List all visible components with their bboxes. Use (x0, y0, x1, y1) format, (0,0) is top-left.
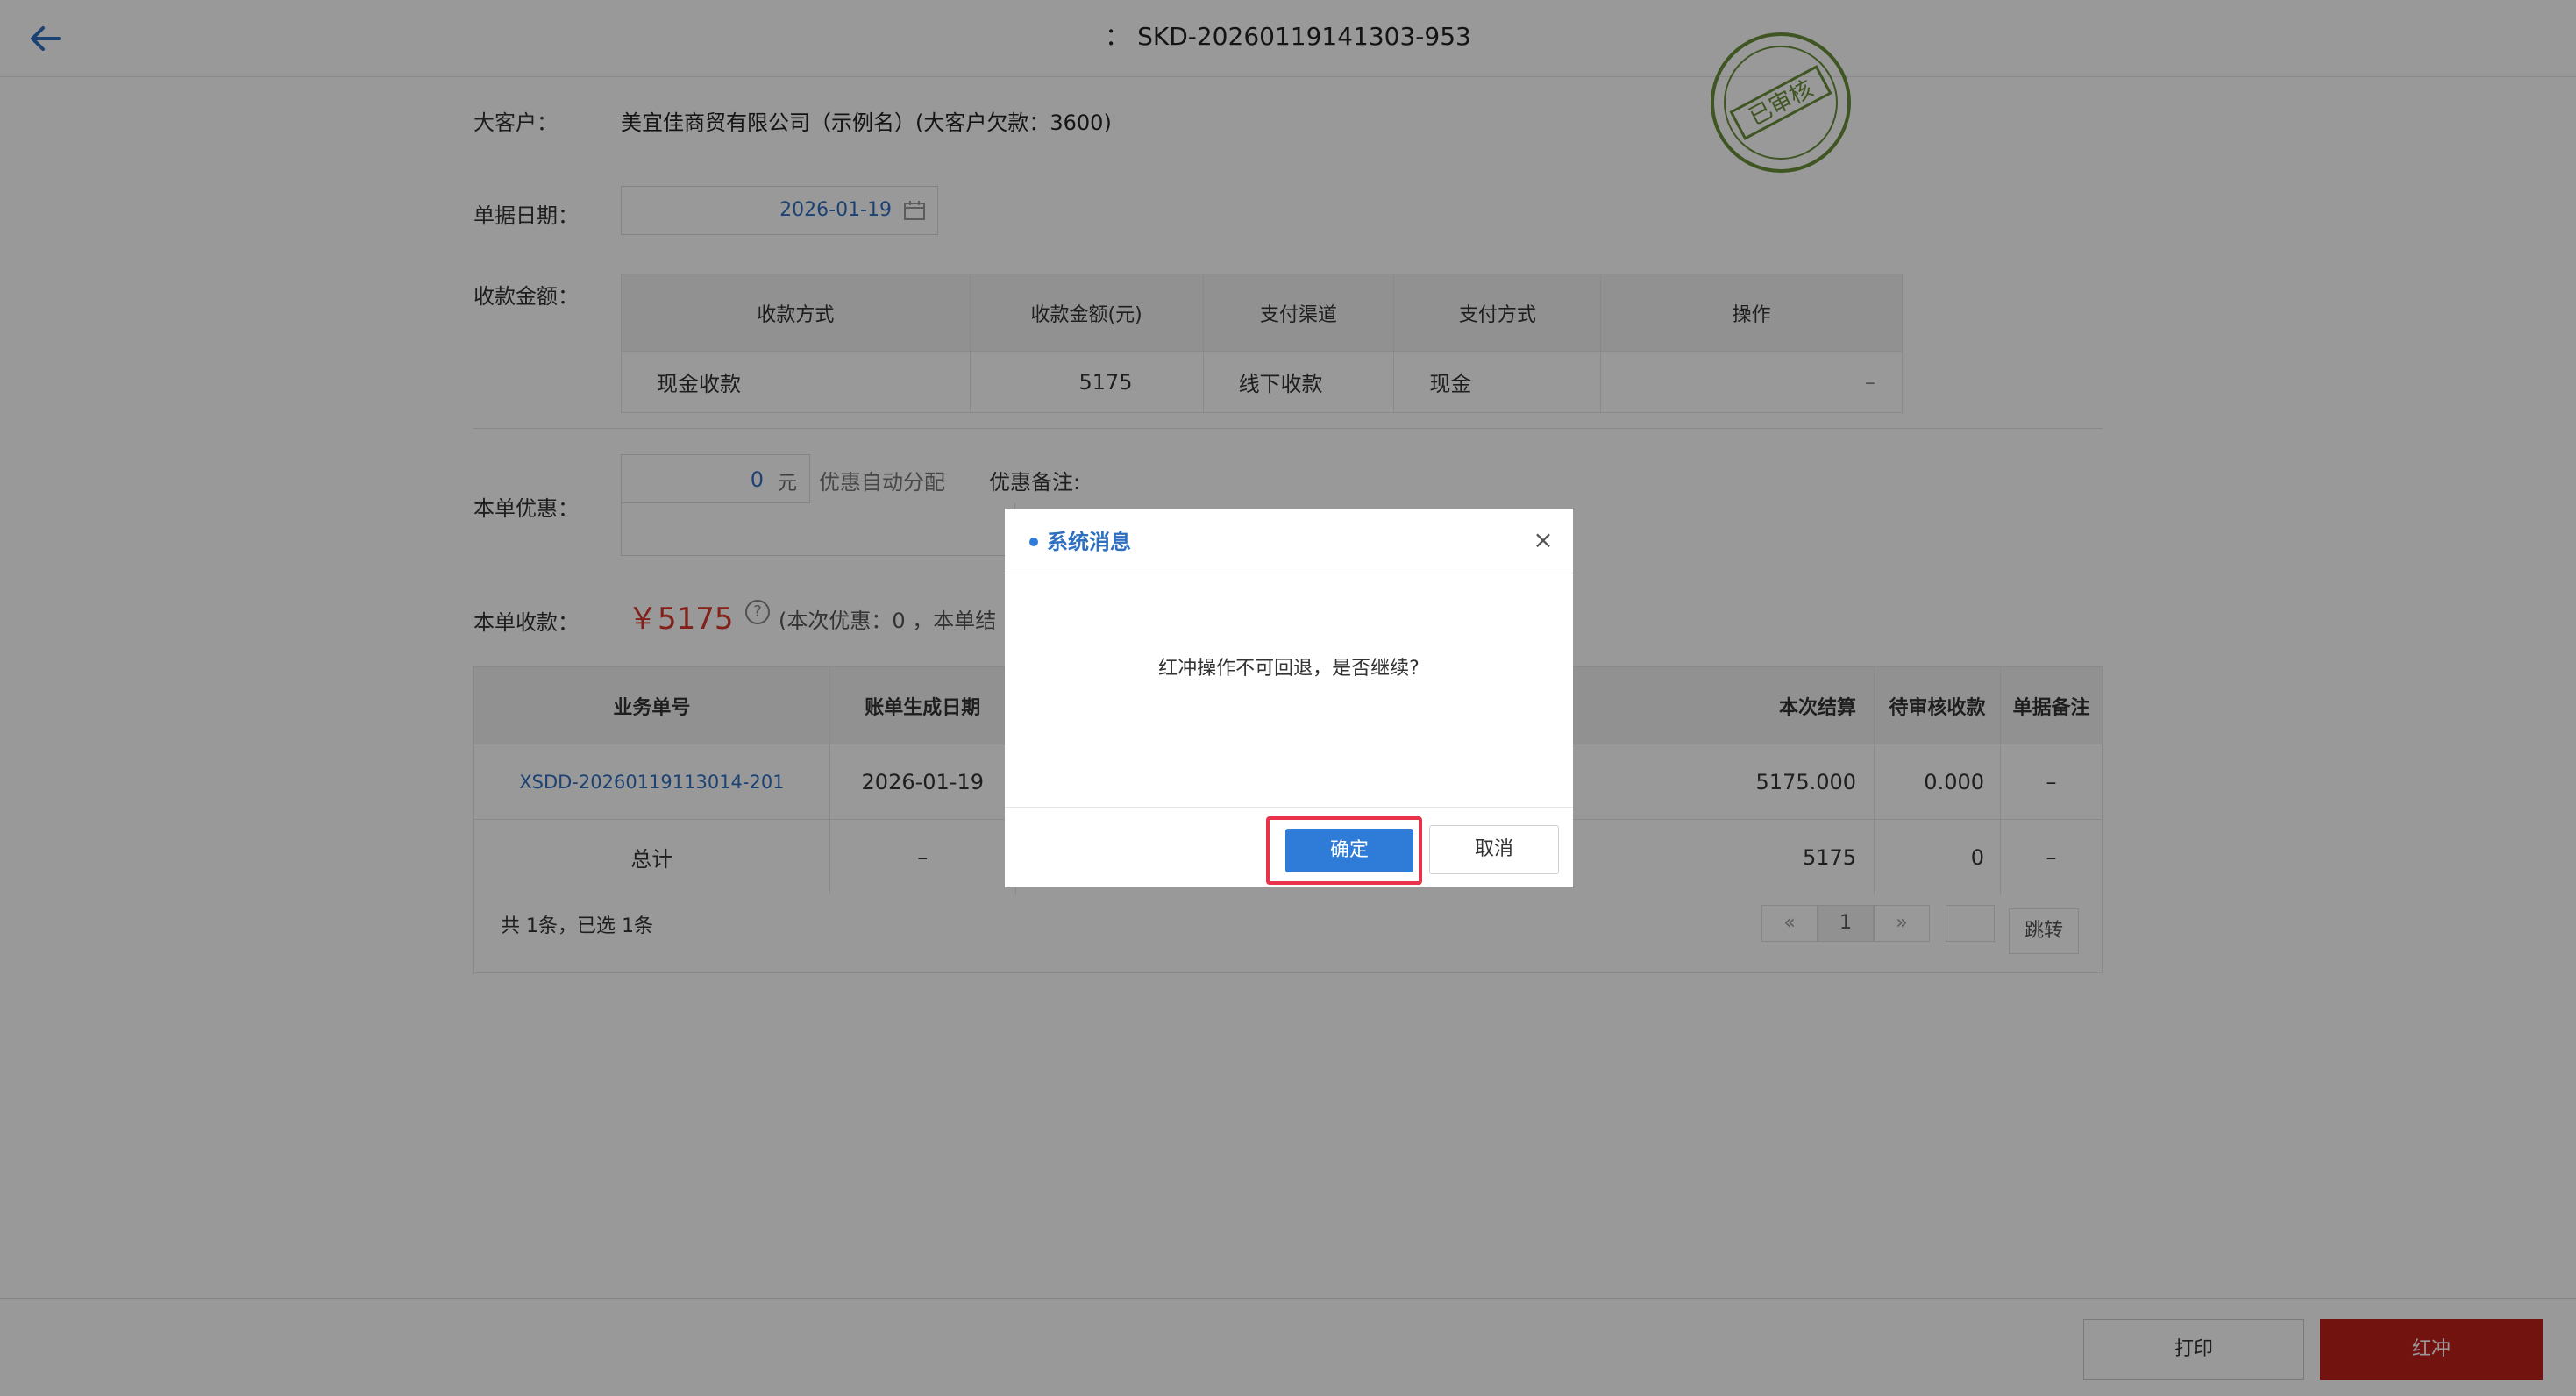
dialog-title: 系统消息 (1047, 530, 1131, 554)
dialog-footer: 确定 取消 (1005, 807, 1573, 887)
confirm-button[interactable]: 确定 (1285, 829, 1413, 872)
dialog-header: 系统消息 × (1005, 509, 1573, 573)
bullet-dot-icon (1029, 538, 1038, 546)
dialog-message: 红冲操作不可回退，是否继续? (1158, 658, 1420, 680)
close-icon[interactable]: × (1529, 526, 1557, 554)
cancel-button[interactable]: 取消 (1429, 825, 1559, 874)
system-message-dialog: 系统消息 × 红冲操作不可回退，是否继续? 确定 取消 (1005, 509, 1573, 887)
